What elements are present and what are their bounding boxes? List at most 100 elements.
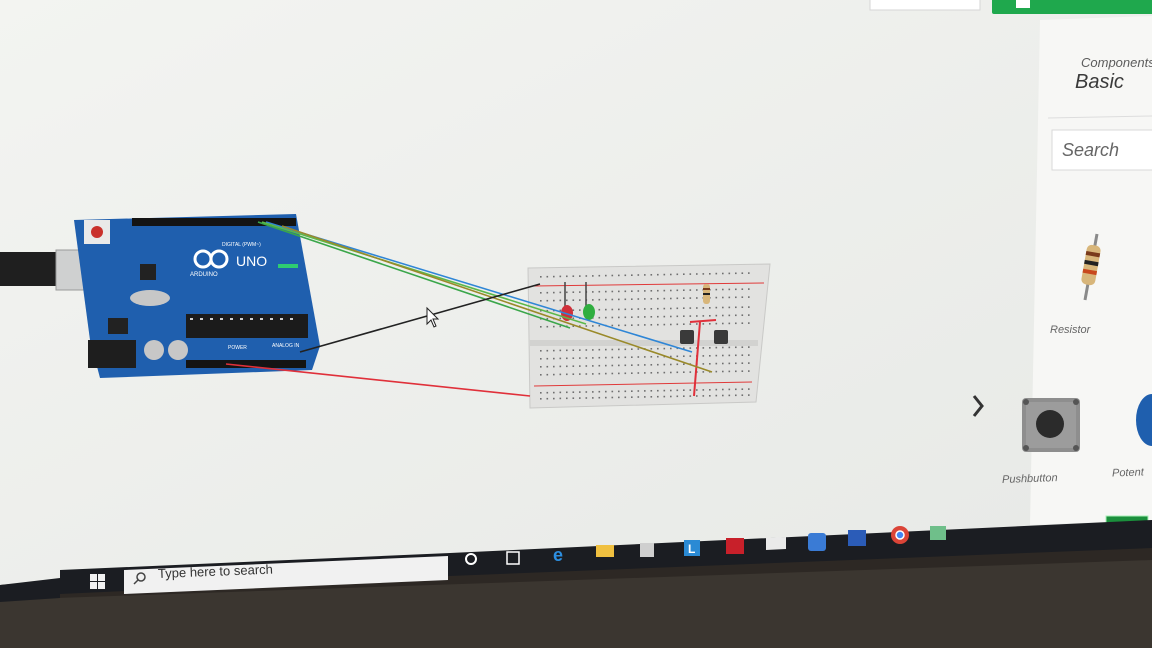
breadboard-hole xyxy=(663,363,666,366)
breadboard-hole xyxy=(696,273,698,275)
breadboard-hole xyxy=(553,299,555,302)
breadboard-hole xyxy=(611,348,614,351)
breadboard-hole xyxy=(689,307,692,309)
category-dropdown[interactable]: Basic xyxy=(1075,71,1124,94)
breadboard-hole xyxy=(728,388,731,391)
breadboard-hole xyxy=(683,363,685,365)
breadboard-hole xyxy=(585,391,588,393)
breadboard-hole xyxy=(572,357,575,359)
breadboard-hole xyxy=(559,357,562,360)
breadboard-pushbutton-1[interactable] xyxy=(680,330,694,344)
breadboard-hole xyxy=(637,396,640,398)
breadboard-hole xyxy=(735,306,737,309)
breadboard-hole xyxy=(624,308,627,311)
breadboard-hole xyxy=(553,373,555,376)
breadboard-hole xyxy=(631,298,633,300)
breadboard-hole xyxy=(663,289,666,292)
breadboard-hole xyxy=(702,315,705,317)
breadboard-hole xyxy=(611,290,614,293)
breadboard-hole xyxy=(696,323,698,325)
word-icon[interactable] xyxy=(848,530,866,546)
store-icon[interactable] xyxy=(640,543,654,557)
pushbutton-icon[interactable] xyxy=(1022,398,1080,452)
breadboard-hole xyxy=(722,370,724,373)
breadboard-hole xyxy=(741,314,744,316)
breadboard-hole xyxy=(605,274,607,277)
breadboard-hole xyxy=(715,306,718,309)
breadboard-hole xyxy=(546,357,549,360)
breadboard-hole xyxy=(618,274,620,277)
breadboard-hole xyxy=(683,371,685,373)
breadboard-hole xyxy=(605,364,607,367)
mcafee-icon[interactable] xyxy=(726,538,744,554)
breadboard-pushbutton-2[interactable] xyxy=(714,330,728,344)
breadboard-hole xyxy=(592,325,594,327)
edge-icon[interactable]: e xyxy=(553,545,563,565)
mail-icon[interactable] xyxy=(766,537,786,550)
breadboard-hole xyxy=(585,365,588,367)
breadboard-hole xyxy=(663,395,666,398)
breadboard-hole xyxy=(572,317,575,319)
breadboard-hole xyxy=(702,389,705,391)
breadboard-hole xyxy=(722,288,724,291)
breadboard-hole xyxy=(689,297,692,299)
breadboard-hole xyxy=(592,391,594,393)
breadboard-hole xyxy=(611,308,614,311)
breadboard-hole xyxy=(728,322,731,325)
breadboard-hole xyxy=(559,275,562,278)
breadboard-hole xyxy=(566,397,568,400)
breadboard-hole xyxy=(611,274,614,277)
breadboard-hole xyxy=(566,349,568,352)
breadboard-hole xyxy=(579,391,581,393)
breadboard-hole xyxy=(670,389,672,392)
photo-scene: UNO ARDUINO DIGITAL (PWM~) POWER ANALOG … xyxy=(0,0,1152,648)
breadboard-hole xyxy=(559,397,562,400)
breadboard-hole xyxy=(566,291,568,294)
breadboard-hole xyxy=(611,316,614,319)
breadboard-hole xyxy=(702,371,705,373)
breadboard-hole xyxy=(657,323,659,326)
breadboard-hole xyxy=(741,346,744,348)
usb-cable xyxy=(0,252,60,286)
breadboard-hole xyxy=(709,307,711,309)
app-green-icon[interactable] xyxy=(930,526,946,540)
breadboard-hole xyxy=(748,370,750,372)
breadboard-hole xyxy=(676,355,679,358)
breadboard-hole xyxy=(676,363,679,366)
breadboard-hole xyxy=(579,291,581,293)
breadboard-hole xyxy=(670,289,672,292)
breadboard-hole xyxy=(624,298,627,301)
breadboard-hole xyxy=(611,364,614,367)
breadboard-hole xyxy=(748,272,750,274)
breadboard-hole xyxy=(598,298,601,301)
breadboard-hole xyxy=(553,325,555,328)
breadboard-hole xyxy=(663,297,666,300)
breadboard-hole xyxy=(702,355,705,357)
breadboard-hole xyxy=(735,296,737,299)
breadboard-hole xyxy=(553,365,555,368)
breadboard-hole xyxy=(728,306,731,309)
breadboard-hole xyxy=(715,346,718,349)
breadboard-hole xyxy=(598,356,601,359)
breadboard-hole xyxy=(709,347,711,349)
breadboard-resistor[interactable] xyxy=(703,284,710,304)
board-digital-label: DIGITAL (PWM~) xyxy=(222,242,261,248)
desktop-screen: UNO ARDUINO DIGITAL (PWM~) POWER ANALOG … xyxy=(0,0,1152,648)
breadboard-hole xyxy=(728,362,731,365)
breadboard-hole xyxy=(540,276,542,278)
breadboard-hole xyxy=(715,362,718,365)
breadboard-hole xyxy=(650,316,653,318)
breadboard-hole xyxy=(715,288,718,291)
breadboard-hole xyxy=(741,306,744,308)
breadboard-hole xyxy=(741,362,744,364)
arduino-uno-board[interactable] xyxy=(74,214,320,378)
app-badge-icon[interactable] xyxy=(808,533,826,551)
breadboard-hole xyxy=(592,349,594,351)
file-explorer-icon[interactable] xyxy=(596,545,614,557)
breadboard-hole xyxy=(670,371,672,374)
breadboard-hole xyxy=(709,273,711,275)
breadboard-hole xyxy=(618,390,620,393)
breadboard-hole xyxy=(657,389,659,392)
breadboard-hole xyxy=(670,323,672,326)
breadboard-hole xyxy=(702,395,705,397)
